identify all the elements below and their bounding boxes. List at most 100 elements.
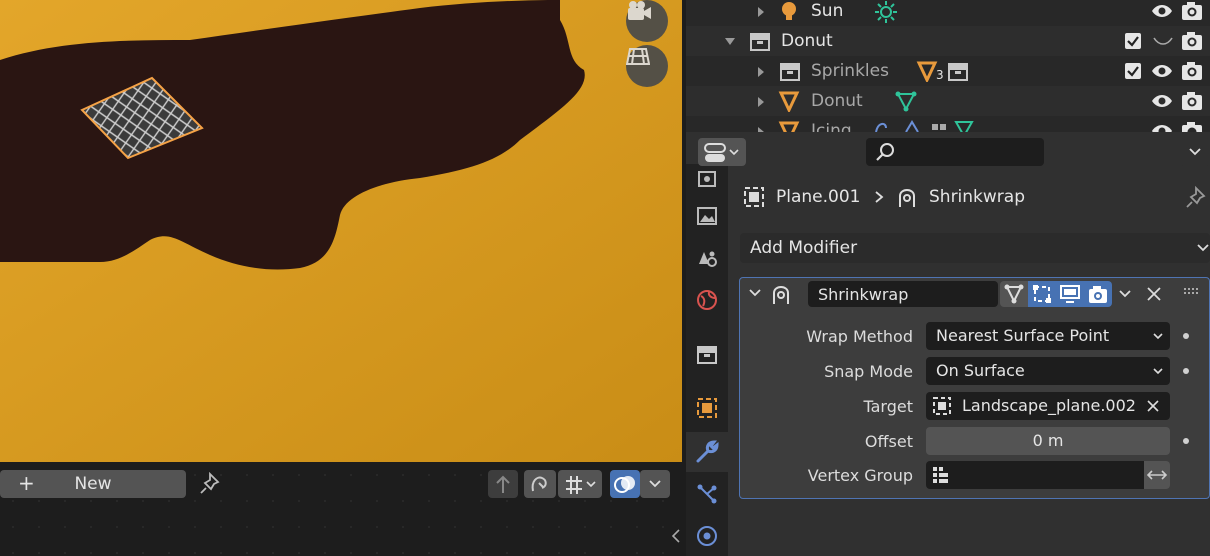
eye-icon bbox=[1152, 65, 1172, 77]
tab-scene[interactable] bbox=[686, 238, 728, 278]
mesh-object-icon bbox=[778, 121, 800, 132]
chevron-down-icon bbox=[1153, 368, 1163, 375]
render-toggle[interactable] bbox=[1084, 281, 1112, 307]
camera-icon bbox=[628, 1, 651, 20]
arrow-up-icon bbox=[496, 475, 510, 493]
drag-handle-icon[interactable] bbox=[1184, 288, 1200, 296]
physics-icon bbox=[697, 526, 717, 546]
chevron-down-icon[interactable] bbox=[1118, 289, 1132, 299]
edit-mode-cage-toggle[interactable] bbox=[1000, 281, 1028, 307]
collapse-arrow-icon[interactable] bbox=[670, 528, 682, 548]
camera-render-icon bbox=[1182, 62, 1202, 80]
offset-value: 0 m bbox=[1032, 431, 1064, 450]
camera-render-icon bbox=[1182, 92, 1202, 110]
edit-mode-icon bbox=[1033, 285, 1051, 303]
snap-increment-icon bbox=[566, 476, 596, 494]
eye-icon bbox=[1152, 95, 1172, 107]
outliner-row-sun[interactable]: Sun bbox=[686, 0, 1210, 26]
outliner-label: Sun bbox=[811, 1, 844, 21]
wrap-method-dropdown[interactable]: Nearest Surface Point bbox=[926, 322, 1170, 350]
mesh-icon bbox=[916, 61, 938, 82]
chevron-down-icon bbox=[649, 480, 661, 488]
ortho-toggle-button[interactable] bbox=[626, 45, 668, 87]
viewport-display-toggle[interactable] bbox=[1056, 281, 1084, 307]
snap-target-dropdown[interactable] bbox=[558, 470, 602, 498]
viewport-scene bbox=[0, 0, 682, 462]
outliner-row-sprinkles[interactable]: Sprinkles 3 bbox=[686, 56, 1210, 86]
overlay-dropdown[interactable] bbox=[640, 470, 670, 498]
add-modifier-dropdown[interactable]: Add Modifier bbox=[740, 233, 1210, 263]
snap-mode-value: On Surface bbox=[936, 361, 1025, 380]
target-field[interactable]: Landscape_plane.002 bbox=[926, 392, 1170, 420]
tab-physics[interactable] bbox=[686, 516, 728, 556]
vertex-group-field[interactable] bbox=[926, 461, 1144, 489]
pin-icon bbox=[1186, 186, 1206, 208]
arrows-left-right-icon bbox=[1146, 470, 1168, 480]
image-icon bbox=[697, 207, 717, 225]
outliner-label: Icing bbox=[811, 121, 852, 132]
eye-closed-icon bbox=[1153, 37, 1173, 45]
clear-icon[interactable] bbox=[1146, 399, 1160, 413]
light-icon bbox=[782, 2, 796, 20]
vertex-group-icon bbox=[933, 467, 948, 483]
count-badge: 3 bbox=[936, 68, 944, 82]
keyframe-dot[interactable] bbox=[1183, 368, 1189, 374]
outliner-row-donut-collection[interactable]: Donut bbox=[686, 26, 1210, 56]
parent-node-button[interactable] bbox=[488, 470, 518, 498]
snap-mode-dropdown[interactable]: On Surface bbox=[926, 357, 1170, 385]
scene-icon bbox=[699, 251, 717, 267]
options-dropdown[interactable] bbox=[1180, 138, 1210, 166]
search-icon bbox=[876, 143, 894, 161]
keyframe-dot[interactable] bbox=[1183, 438, 1189, 444]
collection-icon bbox=[948, 63, 968, 81]
object-icon bbox=[933, 397, 951, 415]
expand-arrow-icon bbox=[758, 67, 764, 77]
snap-mode-label: Snap Mode bbox=[824, 362, 913, 381]
monitor-icon bbox=[1060, 285, 1080, 303]
mesh-data-icon bbox=[895, 91, 917, 112]
camera-render-icon bbox=[1182, 2, 1202, 20]
node-editor-header: + New bbox=[0, 462, 686, 556]
mesh-object-icon bbox=[778, 91, 800, 112]
invert-vertex-group-toggle[interactable] bbox=[1144, 461, 1170, 489]
offset-field[interactable]: 0 m bbox=[926, 427, 1170, 455]
new-material-button[interactable]: + New bbox=[0, 470, 186, 498]
editor-type-dropdown[interactable] bbox=[698, 138, 746, 166]
outliner: Sun Donut Sprinkles 3 Donut Icing bbox=[686, 0, 1210, 132]
close-icon[interactable] bbox=[1146, 286, 1162, 302]
modifier-name: Shrinkwrap bbox=[818, 285, 909, 304]
checkbox-icon bbox=[1125, 63, 1141, 79]
vertex-group-label: Vertex Group bbox=[807, 466, 913, 485]
modifier-name-field[interactable]: Shrinkwrap bbox=[808, 281, 998, 307]
checkbox-icon bbox=[1125, 33, 1141, 49]
collapse-arrow-icon bbox=[749, 289, 761, 297]
snap-toggle-button[interactable] bbox=[524, 470, 556, 498]
vertex-triangle-icon bbox=[1004, 284, 1024, 304]
properties-editor-icon bbox=[704, 143, 739, 162]
target-label: Target bbox=[863, 397, 914, 416]
tab-view-layer[interactable] bbox=[686, 196, 728, 236]
tab-world[interactable] bbox=[686, 280, 728, 320]
expand-arrow-icon bbox=[758, 7, 764, 17]
expand-arrow-icon bbox=[758, 97, 764, 107]
keyframe-dot[interactable] bbox=[1183, 333, 1189, 339]
wrap-method-label: Wrap Method bbox=[806, 327, 913, 346]
outliner-label: Donut bbox=[781, 31, 833, 51]
breadcrumb: Plane.001 Shrinkwrap bbox=[740, 182, 1210, 212]
eye-icon bbox=[1152, 125, 1172, 132]
modifier-panel: Shrinkwrap Wrap Method Nearest Surface P… bbox=[739, 277, 1210, 499]
outliner-row-donut-object[interactable]: Donut bbox=[686, 86, 1210, 116]
particles-icon bbox=[697, 484, 717, 504]
collection-icon bbox=[780, 63, 800, 81]
outliner-label: Donut bbox=[811, 91, 863, 111]
camera-view-button[interactable] bbox=[626, 0, 668, 42]
eye-icon bbox=[1152, 5, 1172, 17]
edit-mode-toggle[interactable] bbox=[1028, 281, 1056, 307]
properties-tab-bar bbox=[686, 164, 728, 556]
wrap-method-value: Nearest Surface Point bbox=[936, 326, 1110, 345]
overlay-toggle[interactable] bbox=[610, 470, 640, 498]
properties-search-field[interactable] bbox=[866, 138, 1044, 166]
3d-viewport[interactable] bbox=[0, 0, 682, 462]
pin-icon[interactable] bbox=[198, 471, 222, 500]
outliner-row-icing[interactable]: Icing bbox=[686, 116, 1210, 132]
